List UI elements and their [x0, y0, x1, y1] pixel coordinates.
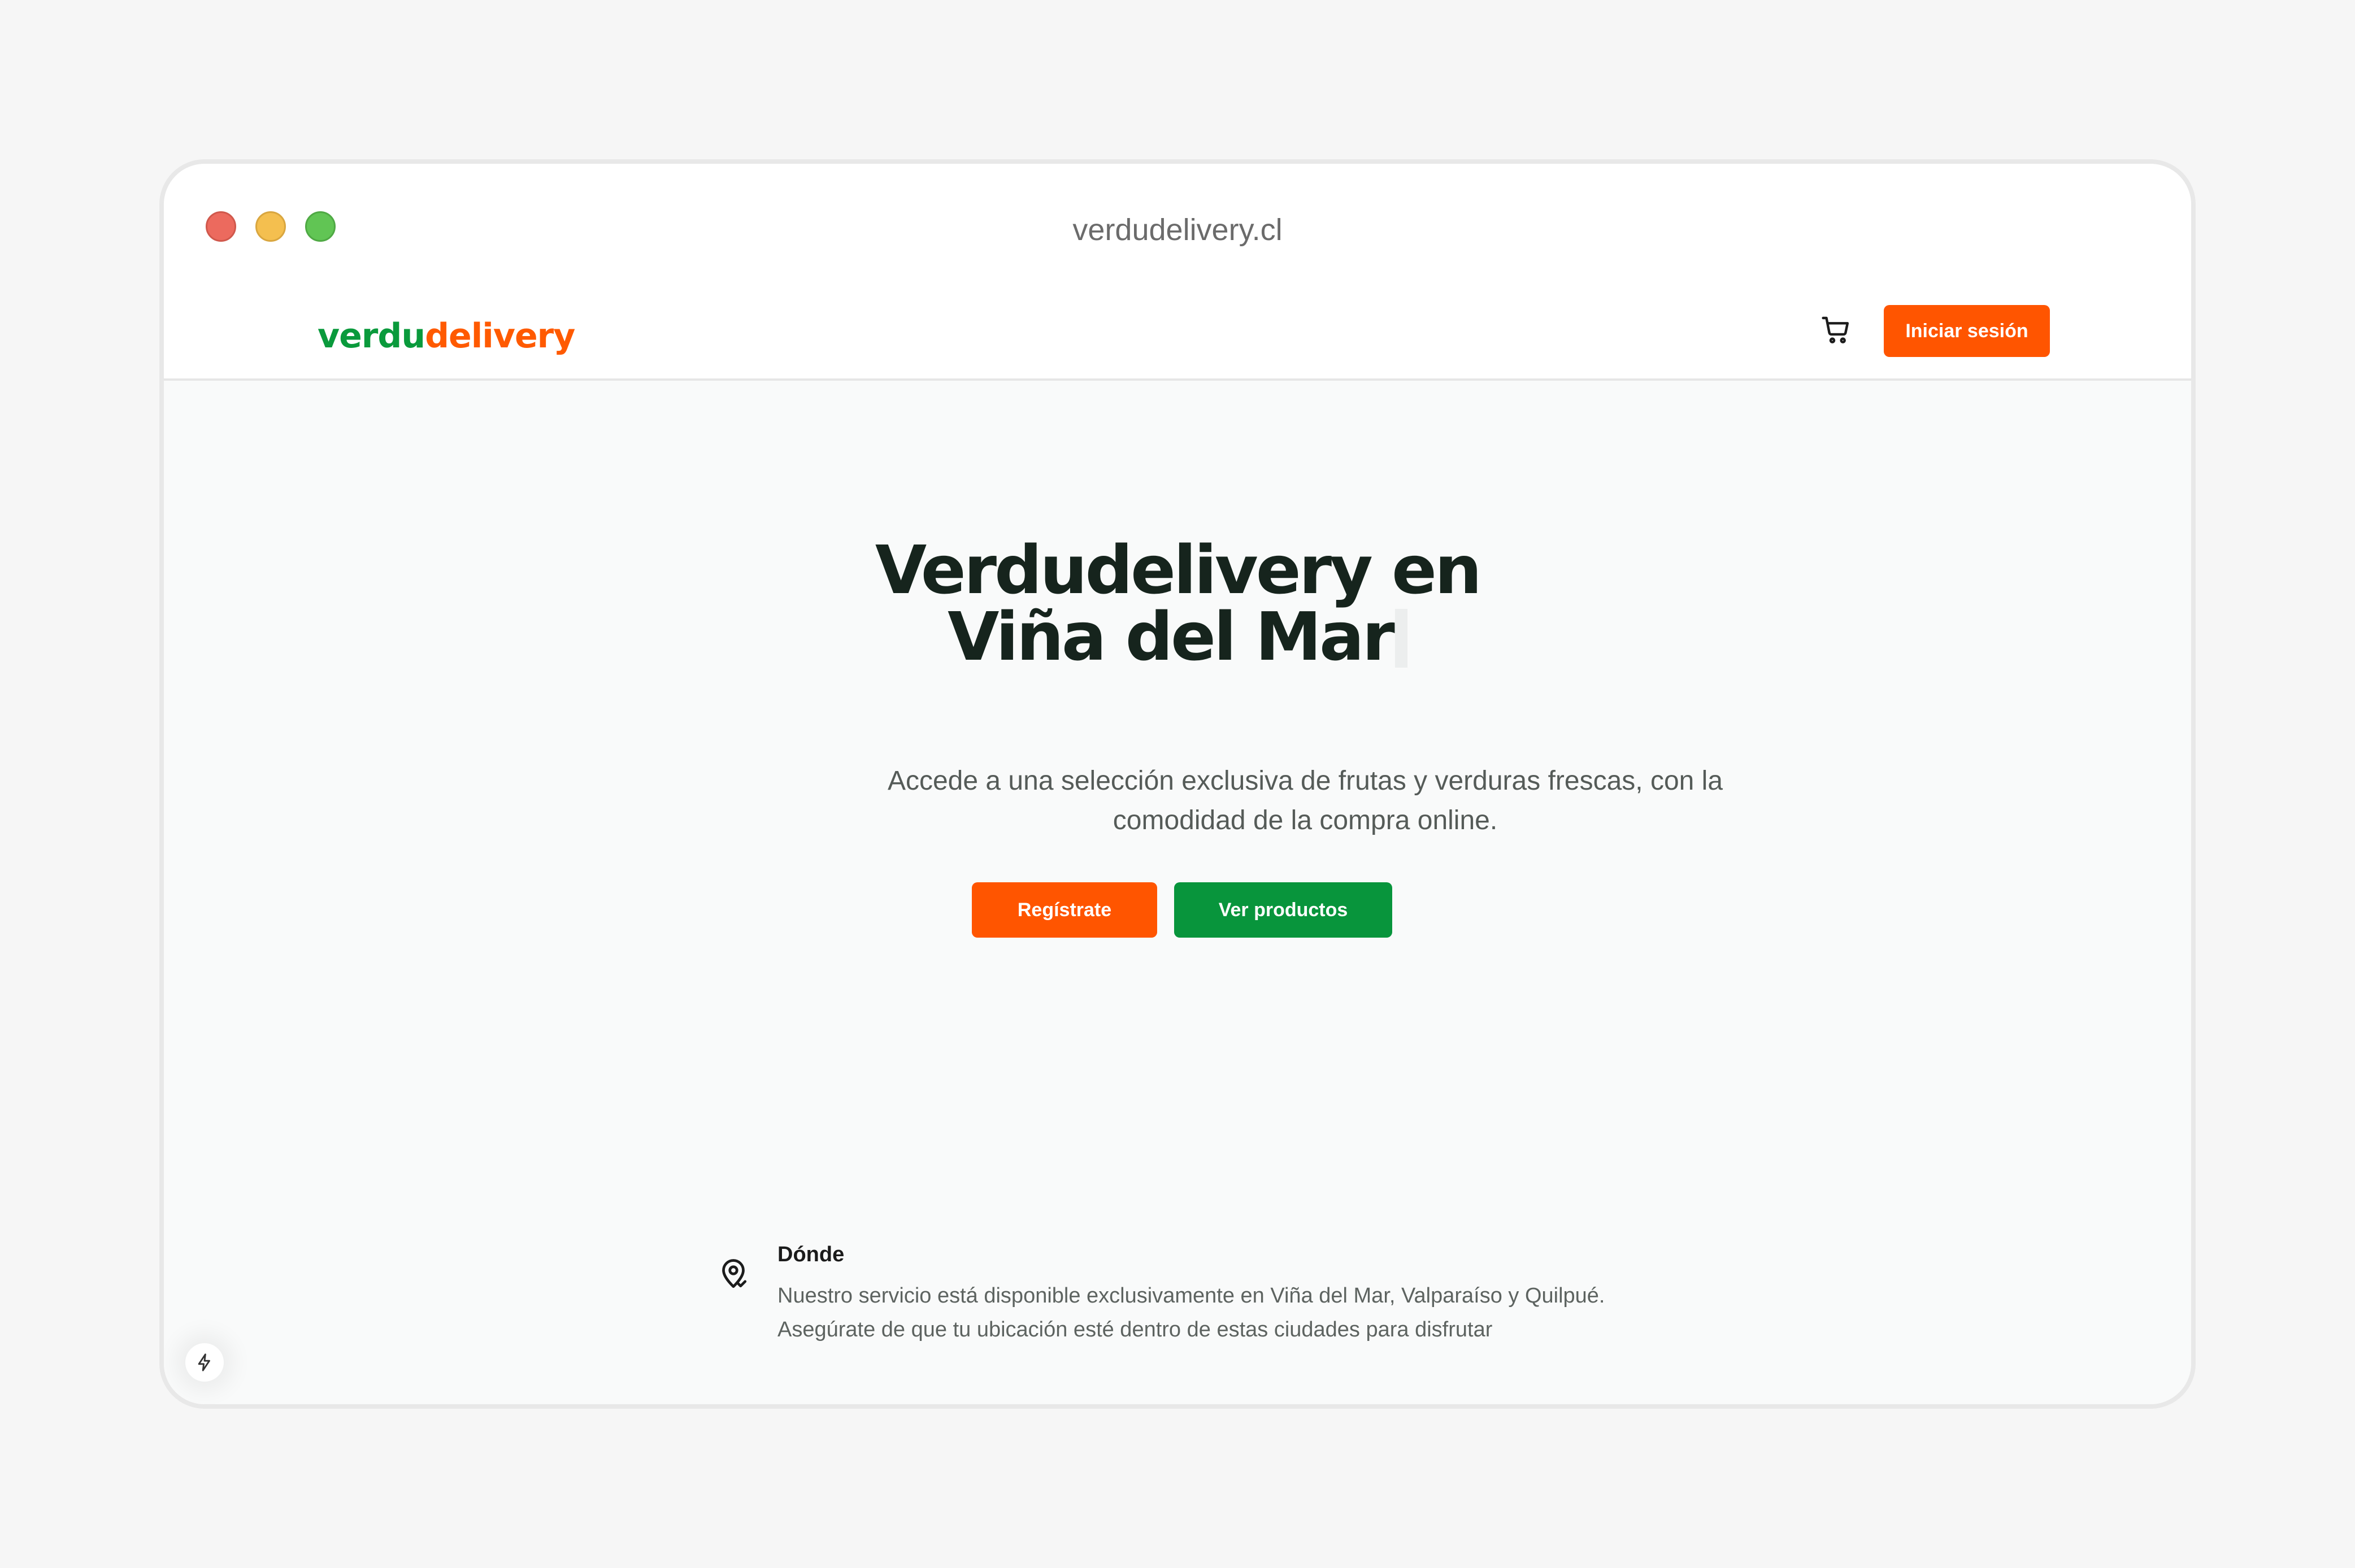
- hero-title-line-1: Verdudelivery en: [875, 531, 1482, 609]
- feature-title: Dónde: [777, 1243, 845, 1266]
- logo-text-verdu: verdu: [318, 316, 425, 356]
- logo-text-delivery: delivery: [425, 316, 575, 356]
- address-bar-url[interactable]: verdudelivery.cl: [164, 212, 2191, 247]
- register-button[interactable]: Regístrate: [972, 882, 1157, 938]
- cart-icon[interactable]: [1820, 314, 1852, 346]
- bolt-icon: [198, 1353, 210, 1371]
- map-pin-check-icon: [716, 1255, 750, 1291]
- hero-title-line-2-wrap: Viña del Mar: [164, 603, 2191, 670]
- title-bar: verdudelivery.cl: [164, 164, 2191, 277]
- hero-title-line-2: Viña del Mar: [948, 598, 1395, 676]
- browser-window: verdudelivery.cl verdudelivery Iniciar s…: [159, 159, 2196, 1409]
- bolt-button[interactable]: [185, 1343, 224, 1382]
- site-header: verdudelivery Iniciar sesión: [164, 277, 2191, 381]
- view-products-button[interactable]: Ver productos: [1174, 882, 1392, 938]
- login-button[interactable]: Iniciar sesión: [1884, 305, 2050, 357]
- hero-title: Verdudelivery en Viña del Mar: [164, 537, 2191, 670]
- feature-description: Nuestro servicio está disponible exclusi…: [777, 1284, 1605, 1341]
- site-logo[interactable]: verdudelivery: [318, 316, 575, 356]
- hero-subtitle: Accede a una selección exclusiva de frut…: [887, 766, 1723, 835]
- typing-cursor: [1394, 609, 1407, 668]
